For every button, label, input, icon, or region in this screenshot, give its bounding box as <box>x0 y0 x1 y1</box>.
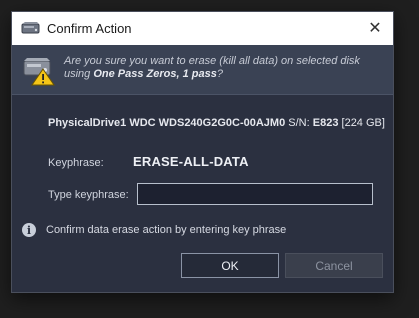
close-button[interactable]: ✕ <box>365 18 385 38</box>
keyphrase-value: ERASE-ALL-DATA <box>133 154 249 169</box>
disk-warning-icon <box>22 55 56 87</box>
type-keyphrase-label: Type keyphrase: <box>48 189 129 201</box>
warning-suffix: ? <box>216 68 223 80</box>
serial-label: S/N: <box>288 117 310 129</box>
cancel-button[interactable]: Cancel <box>285 253 383 278</box>
drive-serial: E823 <box>312 117 339 129</box>
drive-size: [224 GB] <box>341 117 385 129</box>
confirm-action-dialog: Confirm Action ✕ Are you sure you want t… <box>11 11 394 293</box>
drive-name: PhysicalDrive1 WDC WDS240G2G0C-00AJM0 <box>48 117 286 129</box>
warning-banner: Are you sure you want to erase (kill all… <box>12 45 393 95</box>
disk-eraser-icon <box>21 20 41 36</box>
drive-info: PhysicalDrive1 WDC WDS240G2G0C-00AJM0 S/… <box>48 117 385 129</box>
info-icon: i <box>22 223 36 237</box>
erase-method: One Pass Zeros, 1 pass <box>93 68 217 80</box>
window-title: Confirm Action <box>47 21 132 36</box>
warning-message: Are you sure you want to erase (kill all… <box>64 55 389 81</box>
keyphrase-label: Keyphrase: <box>48 157 104 169</box>
keyphrase-input[interactable] <box>137 183 373 205</box>
ok-button[interactable]: OK <box>181 253 279 278</box>
title-bar: Confirm Action ✕ <box>12 12 393 45</box>
info-message: Confirm data erase action by entering ke… <box>46 224 287 236</box>
close-icon: ✕ <box>368 20 382 37</box>
